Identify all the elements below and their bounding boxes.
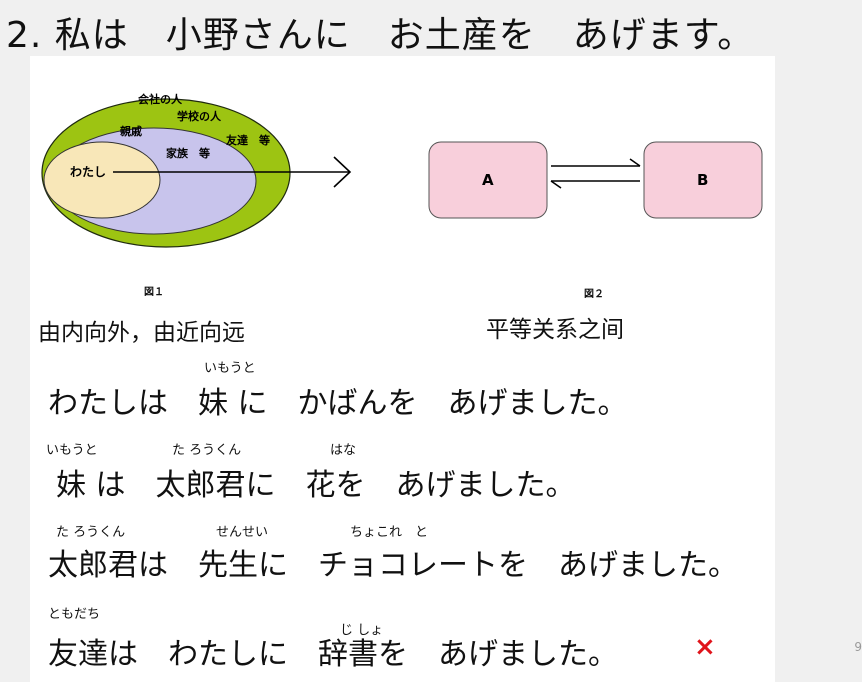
slide-title: 2. 私は 小野さんに お土産を あげます。	[6, 15, 755, 56]
inner-circle-ellipse	[43, 141, 161, 219]
figures: 会社の人 学校の人 親戚 友達 等 家族 等 わたし A B	[41, 92, 763, 248]
arrow-right-head	[629, 158, 641, 167]
ruby-reading: た ろうくん	[56, 525, 126, 540]
box-a-label: A	[482, 171, 494, 189]
arrow-left-head	[550, 180, 562, 189]
figure2-caption: 図２	[584, 289, 604, 300]
ruby-reading: いもうと	[204, 361, 256, 376]
ruby-reading: せんせい	[216, 525, 269, 540]
example-sentence: 友達は わたしに 辞書を あげました。	[48, 637, 618, 672]
box-b-label: B	[697, 171, 708, 189]
ruby-reading: はな	[330, 443, 357, 458]
incorrect-mark: ×	[694, 632, 716, 662]
label-company: 会社の人	[138, 92, 183, 106]
label-friends: 友達 等	[226, 133, 270, 147]
label-family: 家族 等	[166, 146, 210, 160]
ruby-reading: いもうと	[46, 443, 98, 458]
page-number: 9	[854, 640, 862, 654]
figure1-meaning: 由内向外，由近向远	[38, 320, 245, 346]
label-relatives: 親戚	[120, 124, 142, 138]
ruby-reading: た ろうくん	[172, 443, 242, 458]
example-sentence: 太郎君は 先生に チョコレートを あげました。	[48, 548, 738, 583]
ruby-reading: ちょこれ と	[350, 525, 429, 540]
figure1-caption: 図１	[144, 287, 164, 298]
ruby-reading: ともだち	[48, 607, 101, 622]
example-sentence: わたしは 妹 に かばんを あげました。	[48, 386, 628, 421]
content-panel: 会社の人 学校の人 親戚 友達 等 家族 等 わたし A B 図１ 図２ 由内向…	[30, 56, 775, 682]
figure2-meaning: 平等关系之间	[486, 317, 624, 343]
example-sentence: 妹 は 太郎君に 花を あげました。	[56, 468, 576, 503]
label-me: わたし	[70, 165, 106, 179]
label-school: 学校の人	[177, 109, 222, 123]
